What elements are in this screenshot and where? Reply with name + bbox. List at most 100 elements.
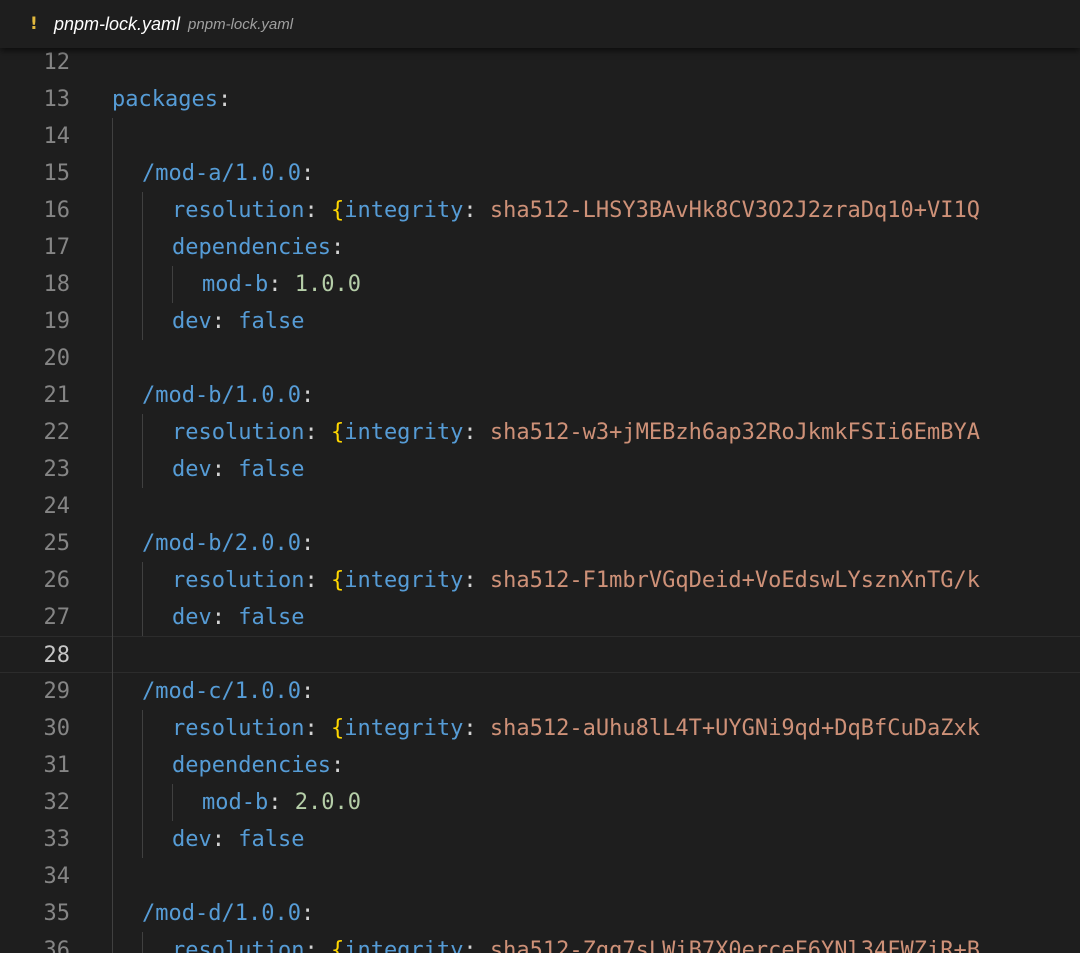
token-punc: : — [463, 420, 490, 445]
token-key: integrity — [344, 716, 464, 741]
token-punc: : — [300, 161, 315, 186]
token-key: resolution — [172, 716, 305, 741]
code-line[interactable]: 21/mod-b/1.0.0: — [0, 377, 1080, 414]
code-line[interactable]: 32 mod-b: 2.0.0 — [0, 784, 1080, 821]
code-line[interactable]: 22 resolution: {integrity: sha512-w3+jMEB… — [0, 414, 1080, 451]
token-brace: { — [330, 716, 345, 741]
token-str: sha512-LHSY3BAvHk8CV3O2J2zraDq10+VI1Q — [489, 198, 980, 223]
code-line[interactable]: 18 mod-b: 1.0.0 — [0, 266, 1080, 303]
token-bool: false — [238, 457, 305, 482]
line-code: /mod-b/1.0.0: — [142, 377, 314, 414]
code-line[interactable]: 29/mod-c/1.0.0: — [0, 673, 1080, 710]
code-line[interactable]: 28 — [0, 636, 1080, 673]
line-number: 34 — [43, 864, 71, 889]
token-key: dependencies — [172, 753, 331, 778]
token-punc: : — [300, 679, 315, 704]
indent-guide — [112, 118, 113, 953]
line-number: 22 — [43, 420, 71, 445]
line-code: resolution: {integrity: sha512-LHSY3BAvH… — [172, 192, 980, 229]
line-number: 21 — [43, 383, 71, 408]
line-code: dev: false — [172, 303, 304, 340]
token-bool: false — [238, 827, 305, 852]
token-brace: { — [330, 198, 345, 223]
token-key: integrity — [344, 198, 464, 223]
line-number: 14 — [43, 124, 71, 149]
code-line[interactable]: 27 dev: false — [0, 599, 1080, 636]
code-line[interactable]: 17 dependencies: — [0, 229, 1080, 266]
code-line[interactable]: 34 — [0, 858, 1080, 895]
token-key: /mod-c/1.0.0 — [142, 679, 301, 704]
token-key: integrity — [344, 938, 464, 953]
token-key: resolution — [172, 198, 305, 223]
token-punc: : — [304, 420, 331, 445]
token-key: /mod-a/1.0.0 — [142, 161, 301, 186]
line-number: 29 — [43, 679, 71, 704]
token-key: resolution — [172, 568, 305, 593]
code-line[interactable]: 12 — [0, 44, 1080, 81]
token-brace: { — [330, 938, 345, 953]
indent-guide — [142, 932, 143, 953]
code-line[interactable]: 23 dev: false — [0, 451, 1080, 488]
line-code: resolution: {integrity: sha512-Zgg7sLWiB… — [172, 932, 980, 953]
token-key: /mod-b/2.0.0 — [142, 531, 301, 556]
line-number: 19 — [43, 309, 71, 334]
code-line[interactable]: 26 resolution: {integrity: sha512-F1mbrVG… — [0, 562, 1080, 599]
code-line[interactable]: 31 dependencies: — [0, 747, 1080, 784]
code-line[interactable]: 13 packages: — [0, 81, 1080, 118]
token-punc: : — [304, 938, 331, 953]
line-code: dev: false — [172, 599, 304, 636]
code-line[interactable]: 25/mod-b/2.0.0: — [0, 525, 1080, 562]
code-line[interactable]: 16 resolution: {integrity: sha512-LHSY3BA… — [0, 192, 1080, 229]
line-code: /mod-d/1.0.0: — [142, 895, 314, 932]
line-number: 24 — [43, 494, 71, 519]
line-code: mod-b: 2.0.0 — [202, 784, 361, 821]
token-bool: false — [238, 309, 305, 334]
indent-guide — [142, 562, 143, 636]
line-code: dependencies: — [172, 229, 344, 266]
token-key: dev — [172, 605, 212, 630]
token-punc: : — [211, 605, 239, 630]
token-key: dev — [172, 457, 212, 482]
code-line[interactable]: 30 resolution: {integrity: sha512-aUhu8lL… — [0, 710, 1080, 747]
editor-window: ! pnpm-lock.yaml pnpm-lock.yaml 12 13 pack… — [0, 0, 1080, 953]
line-number: 12 — [43, 50, 71, 75]
token-num: 1.0.0 — [294, 272, 361, 297]
line-number: 25 — [43, 531, 71, 556]
line-number: 26 — [43, 568, 71, 593]
token-str: sha512-Zgg7sLWiB7X0erceF6YNl34FWZiR+B — [489, 938, 980, 953]
code-line[interactable]: 35/mod-d/1.0.0: — [0, 895, 1080, 932]
line-code: resolution: {integrity: sha512-F1mbrVGqD… — [172, 562, 980, 599]
code-line[interactable]: 20 — [0, 340, 1080, 377]
code-line[interactable]: 24 — [0, 488, 1080, 525]
line-number: 20 — [43, 346, 71, 371]
breadcrumb-file-name[interactable]: pnpm-lock.yaml — [54, 14, 180, 35]
line-number: 16 — [43, 198, 71, 223]
line-code: resolution: {integrity: sha512-aUhu8lL4T… — [172, 710, 980, 747]
code-line[interactable]: 36 resolution: {integrity: sha512-Zgg7sLW… — [0, 932, 1080, 953]
token-punc: : — [330, 753, 345, 778]
token-punc: : — [463, 198, 490, 223]
code-line[interactable]: 15/mod-a/1.0.0: — [0, 155, 1080, 192]
token-key: integrity — [344, 568, 464, 593]
token-key: /mod-d/1.0.0 — [142, 901, 301, 926]
token-num: 2.0.0 — [294, 790, 361, 815]
line-number: 35 — [43, 901, 71, 926]
code-line[interactable]: 19 dev: false — [0, 303, 1080, 340]
token-key: packages — [112, 87, 218, 112]
code-line[interactable]: 14 — [0, 118, 1080, 155]
token-punc: : — [300, 383, 315, 408]
line-code: resolution: {integrity: sha512-w3+jMEBzh… — [172, 414, 980, 451]
line-number: 31 — [43, 753, 71, 778]
token-punc: : — [463, 568, 490, 593]
indent-guide — [142, 414, 143, 488]
indent-guide — [142, 710, 143, 858]
token-key: dev — [172, 827, 212, 852]
breadcrumb-file-path: pnpm-lock.yaml — [188, 15, 294, 33]
token-punc: : — [211, 309, 239, 334]
token-punc: : — [211, 827, 239, 852]
code-line[interactable]: 33 dev: false — [0, 821, 1080, 858]
token-key: resolution — [172, 420, 305, 445]
code-editor[interactable]: 12 13 packages: 14 15/mod-a/1.0.0: 16 resoluti… — [0, 44, 1080, 953]
line-code: mod-b: 1.0.0 — [202, 266, 361, 303]
breadcrumb: ! pnpm-lock.yaml pnpm-lock.yaml — [0, 0, 1080, 48]
